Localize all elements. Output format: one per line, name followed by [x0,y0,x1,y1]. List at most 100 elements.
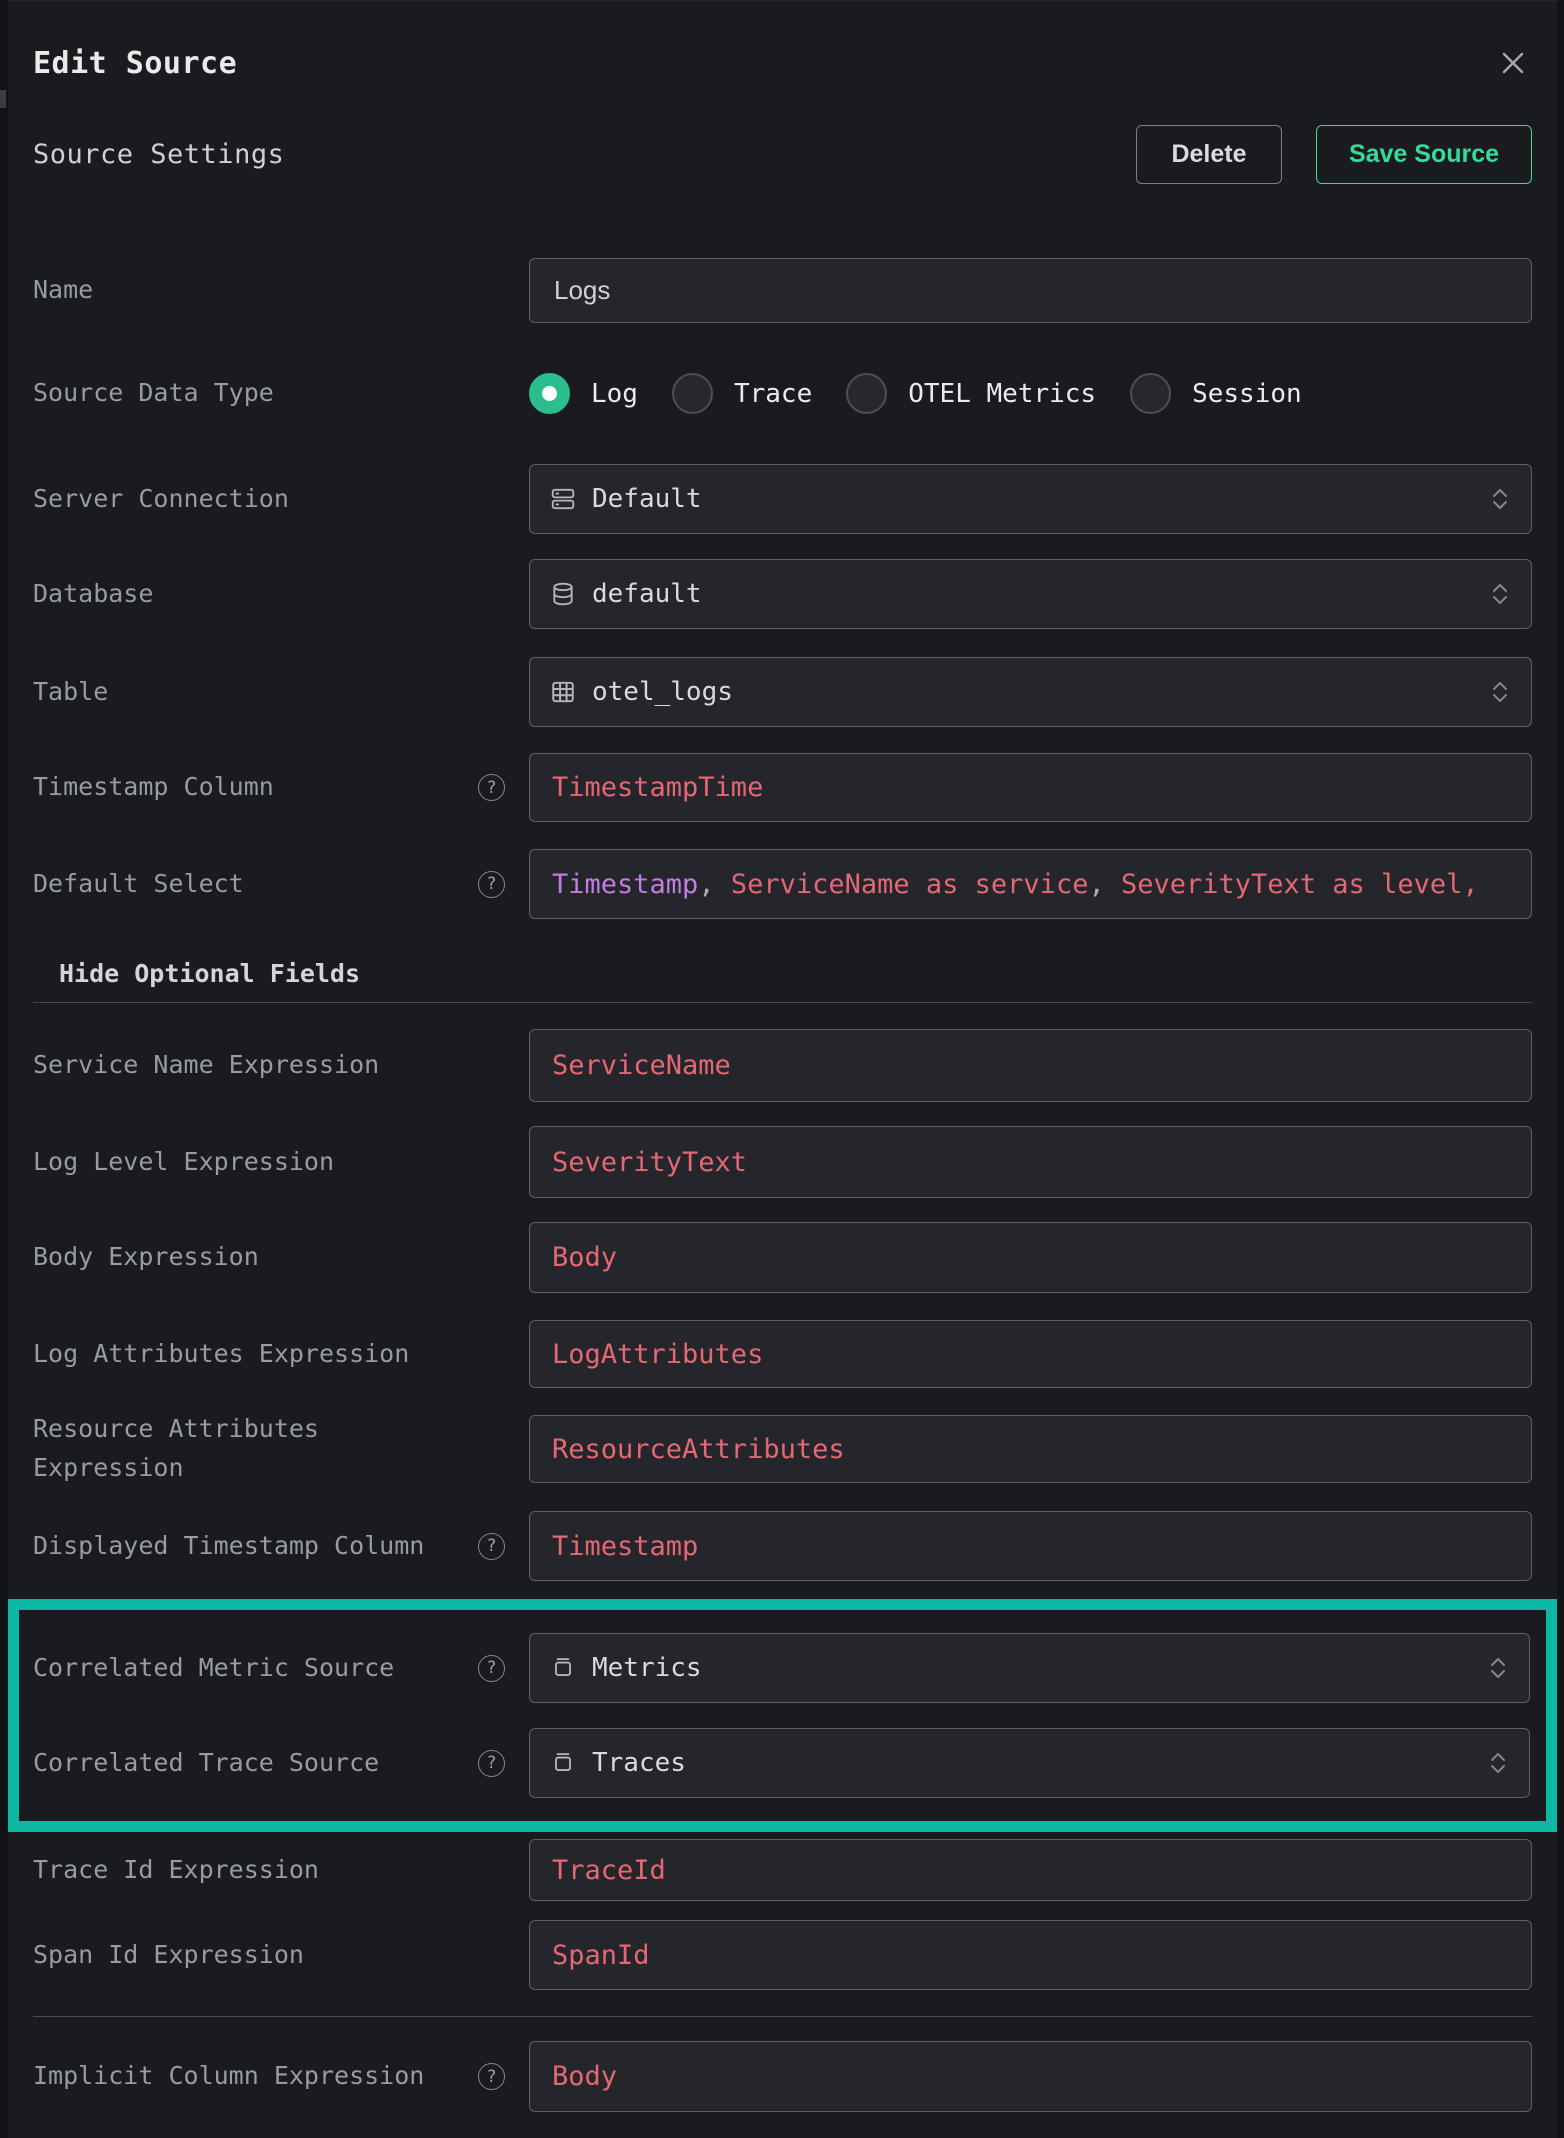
radio-otel-metrics[interactable]: OTEL Metrics [846,373,1096,414]
modal-title: Edit Source [33,46,237,81]
table-label: Table [33,673,108,712]
radio-log[interactable]: Log [529,373,638,414]
chevron-updown-icon [1489,579,1511,609]
correlated-metric-source-value: Metrics [592,1653,1487,1683]
help-icon[interactable]: ? [478,1655,505,1682]
source-box-icon [550,1750,576,1776]
field-row-server-connection: Server Connection Default [33,464,1532,534]
field-row-correlated-metric-source: Correlated Metric Source ? Metrics [33,1633,1530,1703]
table-icon [550,679,576,705]
span-id-expression-label: Span Id Expression [33,1936,304,1975]
radio-session[interactable]: Session [1130,373,1302,414]
trace-id-expression-label: Trace Id Expression [33,1851,319,1890]
database-select[interactable]: default [529,559,1532,629]
radio-trace[interactable]: Trace [672,373,812,414]
database-icon [550,581,576,607]
field-row-displayed-timestamp-column: Displayed Timestamp Column ? Timestamp [33,1511,1532,1581]
chevron-updown-icon [1489,484,1511,514]
name-label: Name [33,271,93,310]
field-row-log-attributes-expression: Log Attributes Expression LogAttributes [33,1320,1532,1388]
field-row-resource-attributes-expression: Resource Attributes Expression ResourceA… [33,1415,1532,1483]
body-expression-input[interactable]: Body [529,1222,1532,1293]
help-icon[interactable]: ? [478,871,505,898]
span-id-expression-input[interactable]: SpanId [529,1920,1532,1990]
name-input[interactable] [529,258,1532,323]
correlated-trace-source-value: Traces [592,1748,1487,1778]
radio-trace-circle [672,373,713,414]
resource-attributes-expression-label: Resource Attributes Expression [33,1410,463,1488]
displayed-timestamp-column-input[interactable]: Timestamp [529,1511,1532,1581]
resource-attributes-expression-input[interactable]: ResourceAttributes [529,1415,1532,1483]
field-row-default-select: Default Select ? Timestamp, ServiceName … [33,849,1532,919]
modal-header: Edit Source [33,31,1532,95]
field-row-timestamp-column: Timestamp Column ? TimestampTime [33,753,1532,822]
help-icon[interactable]: ? [478,774,505,801]
displayed-timestamp-column-label: Displayed Timestamp Column [33,1527,424,1566]
field-row-correlated-trace-source: Correlated Trace Source ? Traces [33,1728,1530,1798]
server-connection-select[interactable]: Default [529,464,1532,534]
implicit-column-expression-label: Implicit Column Expression [33,2057,424,2096]
table-select[interactable]: otel_logs [529,657,1532,727]
divider [33,1002,1532,1003]
chevron-updown-icon [1489,677,1511,707]
radio-session-label: Session [1192,379,1302,409]
correlated-trace-source-select[interactable]: Traces [529,1728,1530,1798]
divider [33,2016,1532,2017]
database-value: default [592,579,1489,609]
field-row-database: Database default [33,559,1532,629]
field-row-span-id-expression: Span Id Expression SpanId [33,1920,1532,1990]
background-page-sliver [0,90,6,108]
database-label: Database [33,575,153,614]
log-attributes-expression-label: Log Attributes Expression [33,1335,409,1374]
radio-otel-metrics-circle [846,373,887,414]
service-name-expression-input[interactable]: ServiceName [529,1029,1532,1102]
default-select-input[interactable]: Timestamp, ServiceName as service, Sever… [529,849,1532,919]
close-icon[interactable] [1494,44,1532,82]
field-row-log-level-expression: Log Level Expression SeverityText [33,1126,1532,1198]
chevron-updown-icon [1487,1748,1509,1778]
delete-button[interactable]: Delete [1136,125,1282,184]
help-icon[interactable]: ? [478,1533,505,1560]
highlight-annotation-box: Correlated Metric Source ? Metrics [8,1599,1557,1832]
save-source-button[interactable]: Save Source [1316,125,1532,184]
chevron-updown-icon [1487,1653,1509,1683]
source-data-type-radio-group: Log Trace OTEL Metrics Session [529,373,1532,414]
help-icon[interactable]: ? [478,1750,505,1777]
radio-log-circle [529,373,570,414]
correlated-metric-source-select[interactable]: Metrics [529,1633,1530,1703]
server-connection-value: Default [592,484,1489,514]
field-row-service-name-expression: Service Name Expression ServiceName [33,1029,1532,1102]
field-row-source-data-type: Source Data Type Log Trace OTEL Metrics … [33,373,1532,414]
field-row-body-expression: Body Expression Body [33,1222,1532,1293]
help-icon[interactable]: ? [478,2063,505,2090]
edit-source-modal: Edit Source Source Settings Delete Save … [8,0,1557,2138]
correlated-metric-source-label: Correlated Metric Source [33,1649,394,1688]
server-icon [550,486,576,512]
source-box-icon [550,1655,576,1681]
trace-id-expression-input[interactable]: TraceId [529,1839,1532,1901]
server-connection-label: Server Connection [33,480,289,519]
log-attributes-expression-input[interactable]: LogAttributes [529,1320,1532,1388]
correlated-trace-source-label: Correlated Trace Source [33,1744,379,1783]
section-header: Source Settings Delete Save Source [33,124,1532,184]
hide-optional-fields-toggle[interactable]: Hide Optional Fields [33,961,1532,987]
timestamp-column-input[interactable]: TimestampTime [529,753,1532,822]
field-row-trace-id-expression: Trace Id Expression TraceId [33,1839,1532,1901]
radio-log-label: Log [591,379,638,409]
field-row-name: Name [33,258,1532,323]
field-row-implicit-column-expression: Implicit Column Expression ? Body [33,2041,1532,2112]
implicit-column-expression-input[interactable]: Body [529,2041,1532,2112]
log-level-expression-input[interactable]: SeverityText [529,1126,1532,1198]
field-row-table: Table otel_logs [33,657,1532,727]
section-title: Source Settings [33,139,284,170]
service-name-expression-label: Service Name Expression [33,1046,379,1085]
log-level-expression-label: Log Level Expression [33,1143,334,1182]
action-buttons: Delete Save Source [1136,125,1532,184]
radio-trace-label: Trace [734,379,812,409]
timestamp-column-label: Timestamp Column [33,768,274,807]
radio-session-circle [1130,373,1171,414]
body-expression-label: Body Expression [33,1238,259,1277]
source-data-type-label: Source Data Type [33,374,274,413]
radio-otel-metrics-label: OTEL Metrics [908,379,1096,409]
default-select-label: Default Select [33,865,244,904]
